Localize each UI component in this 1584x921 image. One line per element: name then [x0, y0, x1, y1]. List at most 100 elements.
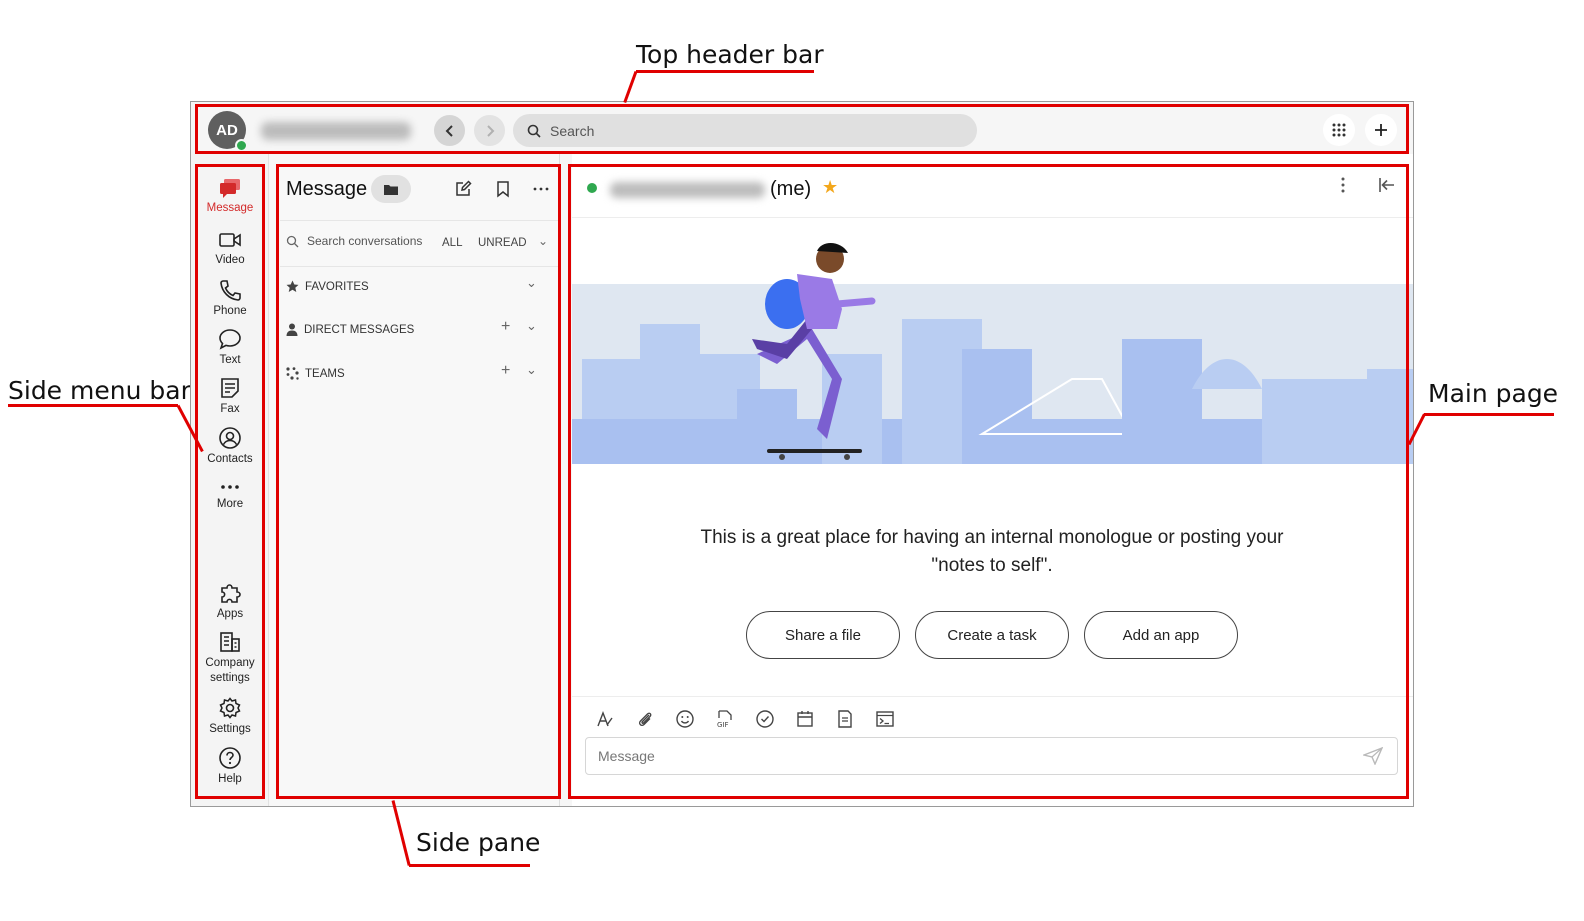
- message-icon: [220, 179, 240, 198]
- section-label: DIRECT MESSAGES: [304, 323, 415, 336]
- compose-button[interactable]: [452, 178, 474, 200]
- format-text-icon[interactable]: [594, 708, 616, 730]
- back-button[interactable]: [434, 115, 465, 146]
- blurred-account-name: [261, 122, 411, 140]
- building-icon: [220, 632, 240, 652]
- calendar-icon[interactable]: [794, 708, 816, 730]
- leader-top-header-diag: [623, 70, 638, 104]
- teams-collapse-chevron-icon[interactable]: ⌄: [526, 362, 537, 378]
- terminal-icon[interactable]: [874, 708, 896, 730]
- filter-unread[interactable]: UNREAD: [478, 237, 527, 249]
- menu-label: More: [216, 498, 244, 510]
- collapse-panel-icon[interactable]: [1378, 176, 1396, 200]
- menu-item-settings[interactable]: Settings: [191, 697, 269, 737]
- section-teams[interactable]: TEAMS: [286, 367, 345, 380]
- fax-icon: [221, 378, 239, 398]
- global-search-input[interactable]: Search: [513, 114, 977, 147]
- forward-button[interactable]: [474, 115, 505, 146]
- add-button[interactable]: [1365, 114, 1397, 146]
- menu-item-contacts[interactable]: Contacts: [191, 427, 269, 467]
- chevron-right-icon: [486, 124, 494, 137]
- leader-main-page: [1424, 413, 1554, 416]
- leader-side-menu: [8, 404, 178, 407]
- note-icon[interactable]: [834, 708, 856, 730]
- search-icon: [527, 124, 541, 138]
- menu-label: Fax: [220, 403, 240, 415]
- more-dots-icon: [221, 485, 239, 489]
- section-direct-messages[interactable]: DIRECT MESSAGES: [286, 323, 414, 336]
- filter-all[interactable]: ALL: [442, 237, 462, 249]
- add-team-icon[interactable]: +: [501, 362, 510, 380]
- blurred-contact-name: [610, 182, 765, 198]
- divider: [280, 220, 560, 221]
- add-app-button[interactable]: Add an app: [1084, 611, 1238, 659]
- menu-item-more[interactable]: More: [191, 480, 269, 512]
- menu-item-fax[interactable]: Fax: [191, 377, 269, 417]
- menu-item-phone[interactable]: Phone: [191, 279, 269, 319]
- compose-icon: [456, 180, 472, 196]
- phone-icon: [220, 280, 241, 301]
- favorites-collapse-chevron-icon[interactable]: ⌄: [526, 275, 537, 291]
- presence-status-icon: [235, 139, 248, 152]
- callout-main-page: Main page: [1428, 379, 1559, 408]
- favorite-star-icon[interactable]: ★: [822, 177, 838, 198]
- contacts-icon: [219, 427, 241, 449]
- menu-label: Apps: [216, 608, 244, 620]
- chevron-left-icon: [445, 124, 453, 137]
- callout-side-pane: Side pane: [416, 828, 541, 857]
- divider: [280, 266, 560, 267]
- menu-label: Message: [206, 202, 254, 214]
- folder-button[interactable]: [371, 175, 411, 203]
- menu-label: Help: [218, 773, 242, 785]
- menu-item-video[interactable]: Video: [191, 230, 269, 268]
- gif-icon[interactable]: GIF: [714, 708, 736, 730]
- gear-icon: [219, 697, 241, 719]
- puzzle-icon: [221, 584, 241, 603]
- skater-illustration: [572, 242, 1413, 464]
- message-composer-input[interactable]: Message: [585, 737, 1398, 775]
- app-window: AD Search Message Video Phone Text Fax C…: [190, 101, 1414, 807]
- conversation-search-input[interactable]: Search conversations: [286, 234, 422, 248]
- side-menu-bar: Message Video Phone Text Fax Contacts Mo…: [191, 154, 269, 806]
- help-icon: [219, 747, 241, 769]
- section-label: TEAMS: [305, 367, 345, 380]
- svg-text:GIF: GIF: [717, 721, 729, 729]
- composer-toolbar: GIF: [594, 708, 896, 730]
- section-label: FAVORITES: [305, 280, 369, 293]
- add-direct-message-icon[interactable]: +: [501, 318, 510, 336]
- composer-placeholder: Message: [598, 748, 655, 764]
- share-file-button[interactable]: Share a file: [746, 611, 900, 659]
- menu-label: Phone: [213, 305, 247, 317]
- menu-label: Video: [215, 254, 245, 266]
- emoji-icon[interactable]: [674, 708, 696, 730]
- text-bubble-icon: [219, 329, 241, 350]
- callout-side-menu-bar: Side menu bar: [8, 376, 191, 405]
- send-icon[interactable]: [1361, 746, 1384, 768]
- online-status-icon: [587, 183, 597, 193]
- section-favorites[interactable]: FAVORITES: [286, 280, 369, 293]
- attach-icon[interactable]: [634, 708, 656, 730]
- menu-item-message[interactable]: Message: [191, 178, 269, 216]
- top-header-bar: AD Search: [191, 102, 1413, 154]
- more-dots-icon: [533, 187, 549, 191]
- menu-item-text[interactable]: Text: [191, 328, 269, 368]
- person-icon: [286, 323, 298, 336]
- create-task-button[interactable]: Create a task: [915, 611, 1069, 659]
- conversation-name-suffix: (me): [770, 178, 812, 200]
- menu-item-help[interactable]: Help: [191, 747, 269, 787]
- notes-to-self-message: This is a great place for having an inte…: [700, 527, 1284, 576]
- task-check-icon[interactable]: [754, 708, 776, 730]
- conversation-more-icon[interactable]: [1340, 176, 1346, 200]
- pane-more-button[interactable]: [530, 178, 552, 200]
- main-page: (me) ★ This is a great place for having …: [572, 154, 1413, 806]
- menu-label: Company settings: [205, 657, 255, 684]
- dialpad-button[interactable]: [1323, 114, 1355, 146]
- leader-top-header: [636, 70, 814, 73]
- video-icon: [219, 233, 241, 247]
- filter-dropdown-chevron-icon[interactable]: ⌄: [538, 234, 548, 248]
- menu-item-company-settings[interactable]: Company settings: [191, 631, 269, 686]
- direct-messages-collapse-chevron-icon[interactable]: ⌄: [526, 318, 537, 334]
- menu-label: Text: [219, 354, 241, 366]
- bookmarks-button[interactable]: [492, 178, 514, 200]
- menu-item-apps[interactable]: Apps: [191, 582, 269, 622]
